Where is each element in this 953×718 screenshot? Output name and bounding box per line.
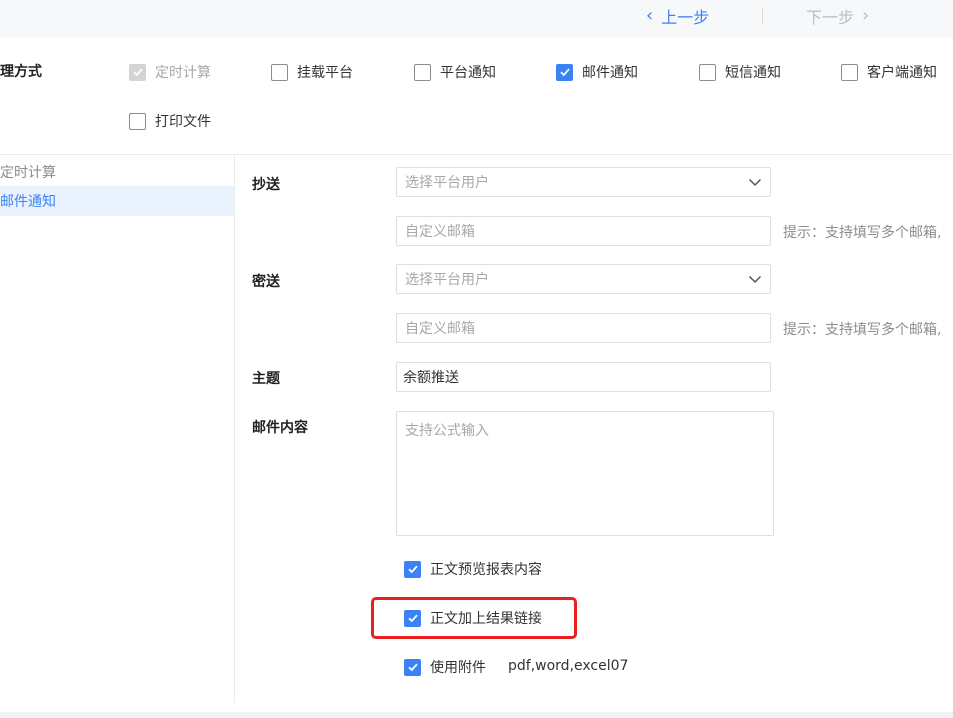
method-option-timed-calc[interactable]: 定时计算 xyxy=(129,62,211,82)
next-step-label: 下一步 xyxy=(806,8,855,27)
method-option-label: 客户端通知 xyxy=(867,65,937,81)
method-option-label: 短信通知 xyxy=(725,65,781,81)
method-option-label: 平台通知 xyxy=(440,65,496,81)
bcc-user-select[interactable]: 选择平台用户 xyxy=(396,264,771,294)
sidebar-item-label: 定时计算 xyxy=(0,165,56,181)
chevron-down-icon xyxy=(748,178,762,187)
cc-user-select[interactable]: 选择平台用户 xyxy=(396,167,771,197)
chevron-right-icon: › xyxy=(862,5,870,26)
checkbox-checked-icon xyxy=(556,63,573,81)
bottom-bar xyxy=(0,712,953,718)
checkbox-unchecked-icon xyxy=(699,63,716,81)
chevron-down-icon xyxy=(748,275,762,284)
section-divider xyxy=(0,154,953,155)
attachment-types: pdf,word,excel07 xyxy=(508,658,629,674)
option-use-attachment[interactable]: 使用附件 xyxy=(404,657,486,677)
checkbox-checked-icon xyxy=(404,560,421,578)
prev-step-button[interactable]: ‹ 上一步 xyxy=(646,4,709,28)
sidebar-divider xyxy=(234,155,235,703)
highlight-annotation-box xyxy=(371,597,577,639)
cc-email-input[interactable]: 自定义邮箱 xyxy=(396,216,771,246)
sidebar-item-timed-calc[interactable]: 定时计算 xyxy=(0,157,234,187)
bcc-email-placeholder: 自定义邮箱 xyxy=(405,321,475,337)
method-option-label: 挂载平台 xyxy=(297,65,353,81)
method-option-label: 打印文件 xyxy=(155,114,211,130)
cc-email-hint: 提示：支持填写多个邮箱, xyxy=(783,225,942,241)
subject-value: 余额推送 xyxy=(403,370,459,386)
checkbox-unchecked-icon xyxy=(271,63,288,81)
checkbox-unchecked-icon xyxy=(129,112,146,130)
method-option-platform-notify[interactable]: 平台通知 xyxy=(414,62,496,82)
method-option-client-notify[interactable]: 客户端通知 xyxy=(841,62,937,82)
nav-divider xyxy=(762,8,763,24)
method-option-label: 定时计算 xyxy=(155,65,211,81)
bcc-label: 密送 xyxy=(252,274,280,290)
cc-email-placeholder: 自定义邮箱 xyxy=(405,224,475,240)
email-content-textarea[interactable]: 支持公式输入 xyxy=(396,411,774,536)
option-label: 正文预览报表内容 xyxy=(430,562,542,578)
next-step-button[interactable]: 下一步 › xyxy=(806,4,869,28)
option-label: 使用附件 xyxy=(430,660,486,676)
method-option-email-notify[interactable]: 邮件通知 xyxy=(556,62,638,82)
method-label: 理方式 xyxy=(0,64,42,80)
bcc-select-placeholder: 选择平台用户 xyxy=(405,272,489,288)
prev-step-label: 上一步 xyxy=(661,8,710,27)
method-option-mount-platform[interactable]: 挂载平台 xyxy=(271,62,353,82)
option-preview-report[interactable]: 正文预览报表内容 xyxy=(404,559,542,579)
method-option-label: 邮件通知 xyxy=(582,65,638,81)
checkbox-unchecked-icon xyxy=(414,63,431,81)
cc-label: 抄送 xyxy=(252,177,280,193)
content-label: 邮件内容 xyxy=(252,420,308,436)
checkbox-checked-icon xyxy=(404,658,421,676)
chevron-left-icon: ‹ xyxy=(646,5,654,26)
bcc-email-hint: 提示：支持填写多个邮箱, xyxy=(783,322,942,338)
sidebar-item-label: 邮件通知 xyxy=(0,194,56,210)
subject-input[interactable]: 余额推送 xyxy=(396,362,771,392)
cc-select-placeholder: 选择平台用户 xyxy=(405,175,489,191)
top-bar: ‹ 上一步 下一步 › xyxy=(0,0,953,38)
bcc-email-input[interactable]: 自定义邮箱 xyxy=(396,313,771,343)
checkbox-unchecked-icon xyxy=(841,63,858,81)
content-placeholder: 支持公式输入 xyxy=(405,423,489,439)
method-option-sms-notify[interactable]: 短信通知 xyxy=(699,62,781,82)
checkbox-checked-disabled-icon xyxy=(129,63,146,81)
sidebar-item-email-notify[interactable]: 邮件通知 xyxy=(0,186,234,216)
method-option-print-file[interactable]: 打印文件 xyxy=(129,111,211,131)
subject-label: 主题 xyxy=(252,371,280,387)
